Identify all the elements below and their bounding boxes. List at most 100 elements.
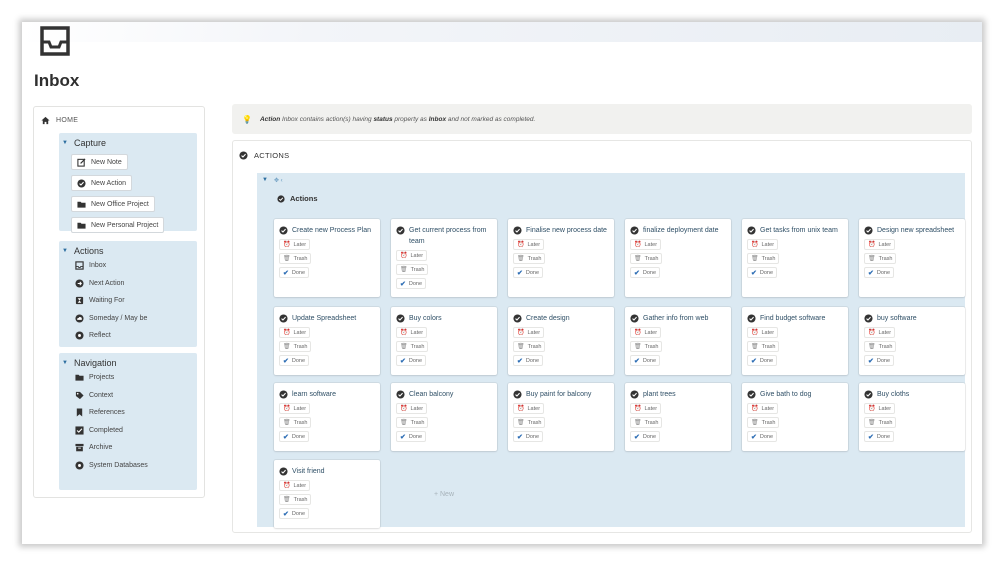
done-tag[interactable]: ✔ Done (396, 355, 427, 366)
later-tag[interactable]: ⏰ Later (864, 403, 896, 414)
done-tag[interactable]: ✔ Done (279, 355, 310, 366)
later-tag[interactable]: ⏰ Later (630, 327, 662, 338)
card-title[interactable]: Get tasks from unix team (747, 225, 843, 236)
trash-tag[interactable]: 🗑 Trash (513, 341, 546, 352)
inbox-tray-icon[interactable] (38, 26, 72, 58)
card-title[interactable]: Update Spreadsheet (279, 313, 375, 324)
later-tag[interactable]: ⏰ Later (279, 327, 311, 338)
trash-tag[interactable]: 🗑 Trash (279, 494, 312, 505)
trash-tag[interactable]: 🗑 Trash (864, 417, 897, 428)
trash-tag[interactable]: 🗑 Trash (396, 264, 429, 275)
action-card[interactable]: Get tasks from unix team ⏰ Later 🗑 Trash ✔ Don… (742, 219, 848, 297)
trash-tag[interactable]: 🗑 Trash (747, 417, 780, 428)
sidebar-item-references[interactable]: References (75, 404, 197, 422)
done-tag[interactable]: ✔ Done (513, 431, 544, 442)
trash-tag[interactable]: 🗑 Trash (279, 417, 312, 428)
action-card[interactable]: buy software ⏰ Later 🗑 Trash ✔ Done (859, 307, 965, 375)
later-tag[interactable]: ⏰ Later (279, 239, 311, 250)
navigation-toggle[interactable]: ▼ Navigation (59, 353, 197, 369)
actions-header[interactable]: ACTIONS (239, 151, 289, 160)
action-card[interactable]: Finalise new process date ⏰ Later 🗑 Trash ✔ Do… (508, 219, 614, 297)
later-tag[interactable]: ⏰ Later (279, 403, 311, 414)
action-card[interactable]: Buy colors ⏰ Later 🗑 Trash ✔ Done (391, 307, 497, 375)
later-tag[interactable]: ⏰ Later (747, 403, 779, 414)
later-tag[interactable]: ⏰ Later (630, 403, 662, 414)
action-card[interactable]: Clean balcony ⏰ Later 🗑 Trash ✔ Done (391, 383, 497, 451)
action-card[interactable]: Gather info from web ⏰ Later 🗑 Trash ✔ Done (625, 307, 731, 375)
done-tag[interactable]: ✔ Done (747, 355, 778, 366)
new-action-button[interactable]: New Action (71, 175, 133, 191)
done-tag[interactable]: ✔ Done (747, 267, 778, 278)
new-office-project-button[interactable]: New Office Project (71, 196, 155, 212)
trash-tag[interactable]: 🗑 Trash (747, 253, 780, 264)
action-card[interactable]: learn software ⏰ Later 🗑 Trash ✔ Done (274, 383, 380, 451)
card-title[interactable]: buy software (864, 313, 960, 324)
card-title[interactable]: learn software (279, 389, 375, 400)
card-title[interactable]: Create design (513, 313, 609, 324)
card-title[interactable]: Gather info from web (630, 313, 726, 324)
trash-tag[interactable]: 🗑 Trash (747, 341, 780, 352)
trash-tag[interactable]: 🗑 Trash (864, 341, 897, 352)
later-tag[interactable]: ⏰ Later (513, 327, 545, 338)
trash-tag[interactable]: 🗑 Trash (513, 253, 546, 264)
later-tag[interactable]: ⏰ Later (396, 250, 428, 261)
new-personal-project-button[interactable]: New Personal Project (71, 217, 165, 233)
action-card[interactable]: Create new Process Plan ⏰ Later 🗑 Trash ✔ Done (274, 219, 380, 297)
sidebar-item-someday[interactable]: Someday / May be (75, 310, 197, 328)
done-tag[interactable]: ✔ Done (396, 431, 427, 442)
done-tag[interactable]: ✔ Done (513, 355, 544, 366)
done-tag[interactable]: ✔ Done (513, 267, 544, 278)
trash-tag[interactable]: 🗑 Trash (630, 417, 663, 428)
later-tag[interactable]: ⏰ Later (864, 239, 896, 250)
trash-tag[interactable]: 🗑 Trash (630, 253, 663, 264)
trash-tag[interactable]: 🗑 Trash (630, 341, 663, 352)
sidebar-item-projects[interactable]: Projects (75, 369, 197, 387)
card-title[interactable]: Clean balcony (396, 389, 492, 400)
capture-toggle[interactable]: ▼ Capture (59, 133, 197, 149)
sidebar-item-archive[interactable]: Archive (75, 439, 197, 457)
later-tag[interactable]: ⏰ Later (747, 239, 779, 250)
later-tag[interactable]: ⏰ Later (396, 327, 428, 338)
sidebar-item-next-action[interactable]: Next Action (75, 275, 197, 293)
sidebar-item-system-databases[interactable]: System Databases (75, 457, 197, 475)
sidebar-item-completed[interactable]: Completed (75, 422, 197, 440)
card-title[interactable]: Get current process from team (396, 225, 492, 247)
action-card[interactable]: plant trees ⏰ Later 🗑 Trash ✔ Done (625, 383, 731, 451)
later-tag[interactable]: ⏰ Later (513, 403, 545, 414)
card-title[interactable]: Design new spreadsheet (864, 225, 960, 236)
card-title[interactable]: plant trees (630, 389, 726, 400)
later-tag[interactable]: ⏰ Later (864, 327, 896, 338)
new-note-button[interactable]: New Note (71, 154, 128, 170)
sidebar-item-reflect[interactable]: Reflect (75, 327, 197, 345)
action-card[interactable]: finalize deployment date ⏰ Later 🗑 Trash ✔ Don… (625, 219, 731, 297)
sidebar-item-context[interactable]: Context (75, 387, 197, 405)
done-tag[interactable]: ✔ Done (864, 431, 895, 442)
home-link[interactable]: HOME (41, 116, 78, 125)
trash-tag[interactable]: 🗑 Trash (279, 341, 312, 352)
trash-tag[interactable]: 🗑 Trash (279, 253, 312, 264)
action-card[interactable]: Buy cloths ⏰ Later 🗑 Trash ✔ Done (859, 383, 965, 451)
card-title[interactable]: Buy colors (396, 313, 492, 324)
action-card[interactable]: Give bath to dog ⏰ Later 🗑 Trash ✔ Done (742, 383, 848, 451)
card-title[interactable]: Finalise new process date (513, 225, 609, 236)
action-card[interactable]: Buy paint for balcony ⏰ Later 🗑 Trash ✔ Done (508, 383, 614, 451)
board-toggle[interactable]: ▼ ✥ ‹ (262, 177, 283, 184)
action-card[interactable]: Find budget software ⏰ Later 🗑 Trash ✔ Done (742, 307, 848, 375)
action-card[interactable]: Visit friend ⏰ Later 🗑 Trash ✔ Done (274, 460, 380, 528)
card-title[interactable]: Buy cloths (864, 389, 960, 400)
sidebar-item-waiting-for[interactable]: Waiting For (75, 292, 197, 310)
later-tag[interactable]: ⏰ Later (513, 239, 545, 250)
done-tag[interactable]: ✔ Done (864, 355, 895, 366)
card-title[interactable]: Find budget software (747, 313, 843, 324)
card-title[interactable]: Buy paint for balcony (513, 389, 609, 400)
later-tag[interactable]: ⏰ Later (747, 327, 779, 338)
action-card[interactable]: Update Spreadsheet ⏰ Later 🗑 Trash ✔ Done (274, 307, 380, 375)
sidebar-item-inbox[interactable]: Inbox (75, 257, 197, 275)
action-card[interactable]: Design new spreadsheet ⏰ Later 🗑 Trash ✔ Done (859, 219, 965, 297)
done-tag[interactable]: ✔ Done (864, 267, 895, 278)
trash-tag[interactable]: 🗑 Trash (864, 253, 897, 264)
new-card-button[interactable]: + New (391, 460, 497, 528)
done-tag[interactable]: ✔ Done (279, 431, 310, 442)
trash-tag[interactable]: 🗑 Trash (513, 417, 546, 428)
trash-tag[interactable]: 🗑 Trash (396, 417, 429, 428)
